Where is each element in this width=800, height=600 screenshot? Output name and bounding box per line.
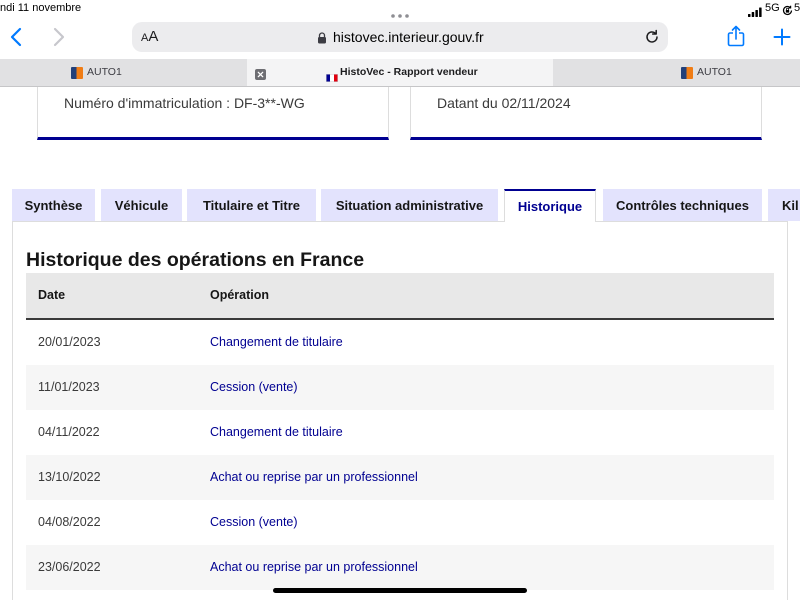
browser-tab-auto1[interactable]: AUTO1: [553, 59, 800, 86]
row-operation: Achat ou reprise par un professionnel: [210, 560, 418, 574]
table-row: 13/10/2022 Achat ou reprise par un profe…: [26, 455, 774, 500]
table-row: 04/11/2022 Changement de titulaire: [26, 410, 774, 455]
row-date: 11/01/2023: [38, 380, 100, 394]
multitasking-dots-icon[interactable]: [390, 6, 410, 18]
row-operation: Changement de titulaire: [210, 335, 343, 349]
tab-titulaire-et-titre[interactable]: Titulaire et Titre: [187, 189, 316, 221]
tab-historique[interactable]: Historique: [504, 189, 596, 222]
close-icon: [255, 69, 266, 80]
auto1-favicon-icon: [681, 67, 693, 79]
report-date-card: Datant du 02/11/2024: [410, 87, 762, 140]
row-operation: Cession (vente): [210, 515, 298, 529]
row-operation: Cession (vente): [210, 380, 298, 394]
tab-kilometrage[interactable]: Kil: [768, 189, 800, 221]
status-bar: ndi 11 novembre 5G 5: [0, 0, 800, 18]
registration-card: Numéro d'immatriculation : DF-3**-WG: [37, 87, 389, 140]
chevron-right-icon: [53, 27, 65, 47]
browser-tab-title: AUTO1: [697, 66, 732, 78]
column-header-operation: Opération: [210, 288, 270, 302]
back-button[interactable]: [9, 27, 23, 47]
status-date: ndi 11 novembre: [0, 2, 82, 14]
table-header: Date Opération: [26, 273, 774, 320]
battery-level: 5: [794, 2, 800, 14]
browser-tab-title: AUTO1: [87, 66, 122, 78]
table-row: 20/01/2023 Changement de titulaire: [26, 320, 774, 365]
browser-tab-title: HistoVec - Rapport vendeur: [340, 66, 478, 78]
row-operation: Achat ou reprise par un professionnel: [210, 470, 418, 484]
row-date: 20/01/2023: [38, 335, 101, 349]
text-size-button[interactable]: AA: [141, 22, 158, 53]
home-indicator[interactable]: [273, 588, 527, 593]
share-icon: [727, 25, 745, 47]
row-date: 04/08/2022: [38, 515, 101, 529]
row-date: 04/11/2022: [38, 425, 100, 439]
new-tab-button[interactable]: [773, 28, 791, 46]
report-header: Numéro d'immatriculation : DF-3**-WG Dat…: [0, 87, 800, 147]
tab-controles-techniques[interactable]: Contrôles techniques: [603, 189, 762, 221]
report-date: Datant du 02/11/2024: [437, 95, 571, 111]
table-row: 23/06/2022 Achat ou reprise par un profe…: [26, 545, 774, 590]
reload-icon: [646, 29, 658, 43]
plus-icon: [773, 28, 791, 46]
reload-button[interactable]: [644, 29, 660, 45]
browser-tab-auto1[interactable]: AUTO1: [0, 59, 247, 86]
tab-vehicule[interactable]: Véhicule: [101, 189, 182, 221]
lock-icon: [317, 31, 327, 44]
row-operation: Changement de titulaire: [210, 425, 343, 439]
auto1-favicon-icon: [71, 67, 83, 79]
column-header-date: Date: [38, 288, 66, 302]
share-button[interactable]: [727, 25, 745, 47]
network-type: 5G: [765, 2, 780, 14]
browser-toolbar: AA histovec.interieur.gouv.fr: [0, 18, 800, 59]
registration-number: Numéro d'immatriculation : DF-3**-WG: [64, 95, 305, 111]
tab-synthese[interactable]: Synthèse: [12, 189, 95, 221]
history-table: Date Opération 20/01/2023 Changement de …: [26, 273, 774, 590]
close-tab-button[interactable]: [255, 67, 266, 80]
orientation-lock-icon: [782, 3, 793, 16]
cellular-signal-icon: [748, 4, 762, 17]
browser-tab-histovec[interactable]: HistoVec - Rapport vendeur: [247, 59, 553, 86]
browser-tab-bar: AUTO1 HistoVec - Rapport vendeur AUTO1: [0, 59, 800, 87]
address-bar[interactable]: AA histovec.interieur.gouv.fr: [132, 22, 668, 52]
table-row: 11/01/2023 Cession (vente): [26, 365, 774, 410]
tab-situation-administrative[interactable]: Situation administrative: [321, 189, 498, 221]
french-flag-icon: [326, 69, 338, 82]
row-date: 23/06/2022: [38, 560, 101, 574]
forward-button[interactable]: [52, 27, 66, 47]
row-date: 13/10/2022: [38, 470, 101, 484]
table-row: 04/08/2022 Cession (vente): [26, 500, 774, 545]
section-title: Historique des opérations en France: [26, 249, 365, 271]
url-text[interactable]: histovec.interieur.gouv.fr: [333, 22, 484, 52]
chevron-left-icon: [10, 27, 22, 47]
report-tab-list: Synthèse Véhicule Titulaire et Titre Sit…: [0, 189, 800, 223]
